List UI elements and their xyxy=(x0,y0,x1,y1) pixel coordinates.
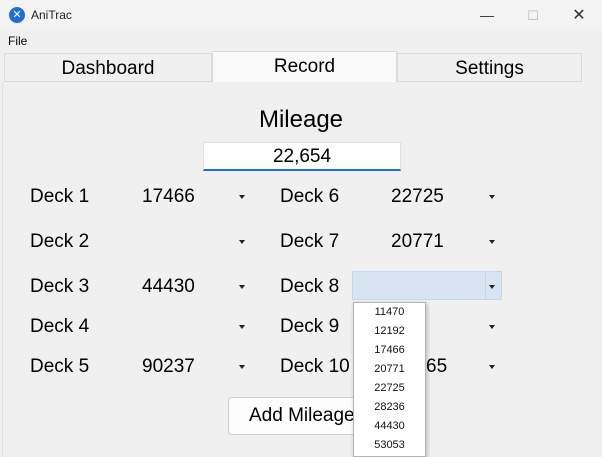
deck-5-chevron-down-icon[interactable] xyxy=(239,365,245,369)
deck-8-combo-separator xyxy=(485,272,486,299)
deck-9-label: Deck 9 xyxy=(280,316,340,337)
deck-3-combo[interactable]: 44430 xyxy=(142,276,195,298)
deck-6-label: Deck 6 xyxy=(280,186,340,207)
deck-10-chevron-down-icon[interactable] xyxy=(489,365,495,369)
deck-7-combo[interactable]: 20771 xyxy=(391,231,444,253)
menu-bar: File xyxy=(0,31,602,51)
dropdown-option[interactable]: 28236 xyxy=(354,398,425,417)
deck-10-label: Deck 10 xyxy=(280,356,350,377)
deck-5-label: Deck 5 xyxy=(30,356,90,377)
deck-9-chevron-down-icon[interactable] xyxy=(489,325,495,329)
dropdown-option[interactable]: 12192 xyxy=(354,322,425,341)
deck-7-chevron-down-icon[interactable] xyxy=(489,240,495,244)
deck-8-label: Deck 8 xyxy=(280,276,340,297)
maximize-button[interactable]: ☐ xyxy=(510,0,556,31)
close-button[interactable]: ✕ xyxy=(556,0,602,31)
app-logo-icon: ✕ xyxy=(9,7,25,23)
deck-6-chevron-down-icon[interactable] xyxy=(489,195,495,199)
deck-8-chevron-down-icon[interactable] xyxy=(489,285,495,289)
tab-record[interactable]: Record xyxy=(212,51,397,82)
title-bar: ✕ AniTrac — ☐ ✕ xyxy=(0,0,602,31)
menu-file[interactable]: File xyxy=(8,34,27,48)
dropdown-option[interactable]: 53053 xyxy=(354,436,425,455)
deck-6-combo[interactable]: 22725 xyxy=(391,186,444,208)
deck-1-label: Deck 1 xyxy=(30,186,90,207)
deck-7-label: Deck 7 xyxy=(280,231,340,252)
mileage-input[interactable]: 22,654 xyxy=(203,142,401,171)
dropdown-option[interactable]: 44430 xyxy=(354,417,425,436)
deck-3-label: Deck 3 xyxy=(30,276,90,297)
deck-4-chevron-down-icon[interactable] xyxy=(239,325,245,329)
tab-settings[interactable]: Settings xyxy=(397,53,582,82)
tab-dashboard[interactable]: Dashboard xyxy=(4,53,212,82)
deck-8-combo[interactable] xyxy=(352,271,502,300)
dropdown-option[interactable]: 22725 xyxy=(354,379,425,398)
mileage-label: Mileage xyxy=(258,106,344,133)
minimize-button[interactable]: — xyxy=(464,0,510,31)
tab-bar: Dashboard Settings Record xyxy=(0,51,602,82)
deck-3-chevron-down-icon[interactable] xyxy=(239,285,245,289)
deck-10-combo[interactable]: 65 xyxy=(426,356,447,378)
deck-1-chevron-down-icon[interactable] xyxy=(239,195,245,199)
window-title: AniTrac xyxy=(31,8,72,22)
deck-1-combo[interactable]: 17466 xyxy=(142,186,195,208)
dropdown-option[interactable]: 20771 xyxy=(354,360,425,379)
deck-2-chevron-down-icon[interactable] xyxy=(239,240,245,244)
deck-8-dropdown-list: 11470 12192 17466 20771 22725 28236 4443… xyxy=(353,302,426,457)
deck-2-label: Deck 2 xyxy=(30,231,90,252)
dropdown-option[interactable]: 17466 xyxy=(354,341,425,360)
dropdown-option[interactable]: 11470 xyxy=(354,303,425,322)
deck-4-label: Deck 4 xyxy=(30,316,90,337)
deck-5-combo[interactable]: 90237 xyxy=(142,356,195,378)
